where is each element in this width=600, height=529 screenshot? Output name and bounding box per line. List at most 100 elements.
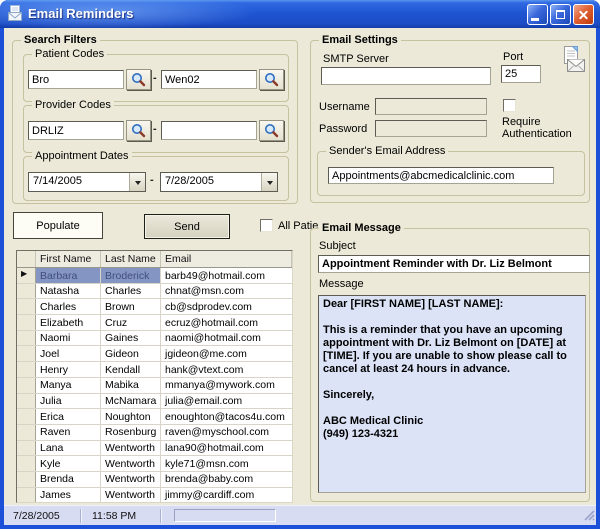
grid-cell[interactable]: julia@email.com <box>161 394 292 409</box>
patient-code-from-input[interactable] <box>28 70 124 89</box>
table-row[interactable]: NatashaCharleschnat@msn.com <box>17 284 292 300</box>
port-input[interactable] <box>501 65 541 83</box>
grid-cell[interactable]: McNamara <box>101 394 161 409</box>
row-selector[interactable] <box>17 362 36 377</box>
grid-cell[interactable]: Cruz <box>101 315 161 330</box>
username-input[interactable] <box>375 98 487 115</box>
row-selector[interactable] <box>17 394 36 409</box>
grid-cell[interactable]: Charles <box>101 284 161 299</box>
table-row[interactable]: BrendaWentworthbrenda@baby.com <box>17 472 292 488</box>
provider-code-to-input[interactable] <box>161 121 257 140</box>
grid-cell[interactable]: Barbara <box>36 268 101 283</box>
grid-cell[interactable]: Lana <box>36 441 101 456</box>
grid-cell[interactable]: ecruz@hotmail.com <box>161 315 292 330</box>
grid-cell[interactable]: enoughton@tacos4u.com <box>161 409 292 424</box>
grid-cell[interactable]: Brenda <box>36 472 101 487</box>
grid-cell[interactable]: Elizabeth <box>36 315 101 330</box>
grid-cell[interactable]: Henry <box>36 362 101 377</box>
table-row[interactable]: ElizabethCruzecruz@hotmail.com <box>17 315 292 331</box>
send-button[interactable]: Send <box>144 214 230 239</box>
all-patients-checkbox[interactable] <box>260 219 273 232</box>
resize-grip[interactable] <box>582 508 595 524</box>
grid-cell[interactable]: Manya <box>36 378 101 393</box>
grid-cell[interactable]: raven@myschool.com <box>161 425 292 440</box>
row-selector[interactable] <box>17 456 36 471</box>
column-header-first-name[interactable]: First Name <box>36 251 101 267</box>
grid-cell[interactable]: brenda@baby.com <box>161 472 292 487</box>
patient-code-to-search-button[interactable] <box>259 69 284 90</box>
row-selector[interactable] <box>17 284 36 299</box>
grid-cell[interactable]: Wentworth <box>101 456 161 471</box>
column-header-last-name[interactable]: Last Name <box>101 251 161 267</box>
grid-cell[interactable]: Mabika <box>101 378 161 393</box>
row-selector[interactable] <box>17 299 36 314</box>
grid-cell[interactable]: mmanya@mywork.com <box>161 378 292 393</box>
grid-cell[interactable]: Rosenburg <box>101 425 161 440</box>
grid-cell[interactable]: hank@vtext.com <box>161 362 292 377</box>
row-selector[interactable]: ▶ <box>17 268 36 283</box>
row-selector[interactable] <box>17 331 36 346</box>
dropdown-button[interactable] <box>261 173 277 191</box>
grid-cell[interactable]: jimmy@cardiff.com <box>161 488 292 503</box>
grid-cell[interactable]: jgideon@me.com <box>161 346 292 361</box>
grid-cell[interactable]: cb@sdprodev.com <box>161 299 292 314</box>
grid-cell[interactable]: chnat@msn.com <box>161 284 292 299</box>
grid-cell[interactable]: kyle71@msn.com <box>161 456 292 471</box>
grid-cell[interactable]: Gideon <box>101 346 161 361</box>
table-row[interactable]: JamesWentworthjimmy@cardiff.com <box>17 488 292 503</box>
table-row[interactable]: EricaNoughtonenoughton@tacos4u.com <box>17 409 292 425</box>
grid-cell[interactable]: Natasha <box>36 284 101 299</box>
subject-input[interactable] <box>318 255 590 273</box>
maximize-button[interactable] <box>550 4 571 25</box>
row-selector[interactable] <box>17 488 36 503</box>
table-row[interactable]: JuliaMcNamarajulia@email.com <box>17 394 292 410</box>
row-selector[interactable] <box>17 409 36 424</box>
table-row[interactable]: JoelGideonjgideon@me.com <box>17 346 292 362</box>
grid-cell[interactable]: Wentworth <box>101 441 161 456</box>
table-row[interactable]: ManyaMabikammanya@mywork.com <box>17 378 292 394</box>
provider-code-from-input[interactable] <box>28 121 124 140</box>
table-row[interactable]: LanaWentworthlana90@hotmail.com <box>17 441 292 457</box>
table-row[interactable]: ▶BarbaraBroderickbarb49@hotmail.com <box>17 268 292 284</box>
column-header-email[interactable]: Email <box>161 251 292 267</box>
appointment-date-to-select[interactable]: 7/28/2005 <box>160 172 278 192</box>
require-auth-checkbox[interactable] <box>503 99 516 112</box>
close-button[interactable] <box>573 4 594 25</box>
smtp-server-input[interactable] <box>321 67 491 85</box>
grid-cell[interactable]: Naomi <box>36 331 101 346</box>
grid-cell[interactable]: barb49@hotmail.com <box>161 268 292 283</box>
row-selector[interactable] <box>17 441 36 456</box>
provider-code-to-search-button[interactable] <box>259 120 284 141</box>
sender-email-input[interactable] <box>328 167 554 184</box>
table-row[interactable]: HenryKendallhank@vtext.com <box>17 362 292 378</box>
row-selector[interactable] <box>17 378 36 393</box>
grid-cell[interactable]: Wentworth <box>101 472 161 487</box>
row-selector[interactable] <box>17 315 36 330</box>
titlebar[interactable]: Email Reminders <box>0 0 600 28</box>
grid-cell[interactable]: Kyle <box>36 456 101 471</box>
password-input[interactable] <box>375 120 487 137</box>
grid-cell[interactable]: Gaines <box>101 331 161 346</box>
message-textarea[interactable]: Dear [FIRST NAME] [LAST NAME]: This is a… <box>318 295 586 493</box>
row-selector[interactable] <box>17 425 36 440</box>
table-row[interactable]: RavenRosenburgraven@myschool.com <box>17 425 292 441</box>
grid-cell[interactable]: Charles <box>36 299 101 314</box>
grid-cell[interactable]: Broderick <box>101 268 161 283</box>
provider-code-from-search-button[interactable] <box>126 120 151 141</box>
grid-cell[interactable]: Wentworth <box>101 488 161 503</box>
grid-cell[interactable]: Julia <box>36 394 101 409</box>
grid-cell[interactable]: Joel <box>36 346 101 361</box>
populate-button[interactable]: Populate <box>13 212 103 239</box>
minimize-button[interactable] <box>527 4 548 25</box>
row-selector[interactable] <box>17 472 36 487</box>
grid-cell[interactable]: lana90@hotmail.com <box>161 441 292 456</box>
grid-cell[interactable]: James <box>36 488 101 503</box>
patient-code-from-search-button[interactable] <box>126 69 151 90</box>
appointment-date-from-select[interactable]: 7/14/2005 <box>28 172 146 192</box>
grid-cell[interactable]: naomi@hotmail.com <box>161 331 292 346</box>
grid-cell[interactable]: Kendall <box>101 362 161 377</box>
grid-cell[interactable]: Noughton <box>101 409 161 424</box>
grid-cell[interactable]: Raven <box>36 425 101 440</box>
table-row[interactable]: CharlesBrowncb@sdprodev.com <box>17 299 292 315</box>
dropdown-button[interactable] <box>129 173 145 191</box>
